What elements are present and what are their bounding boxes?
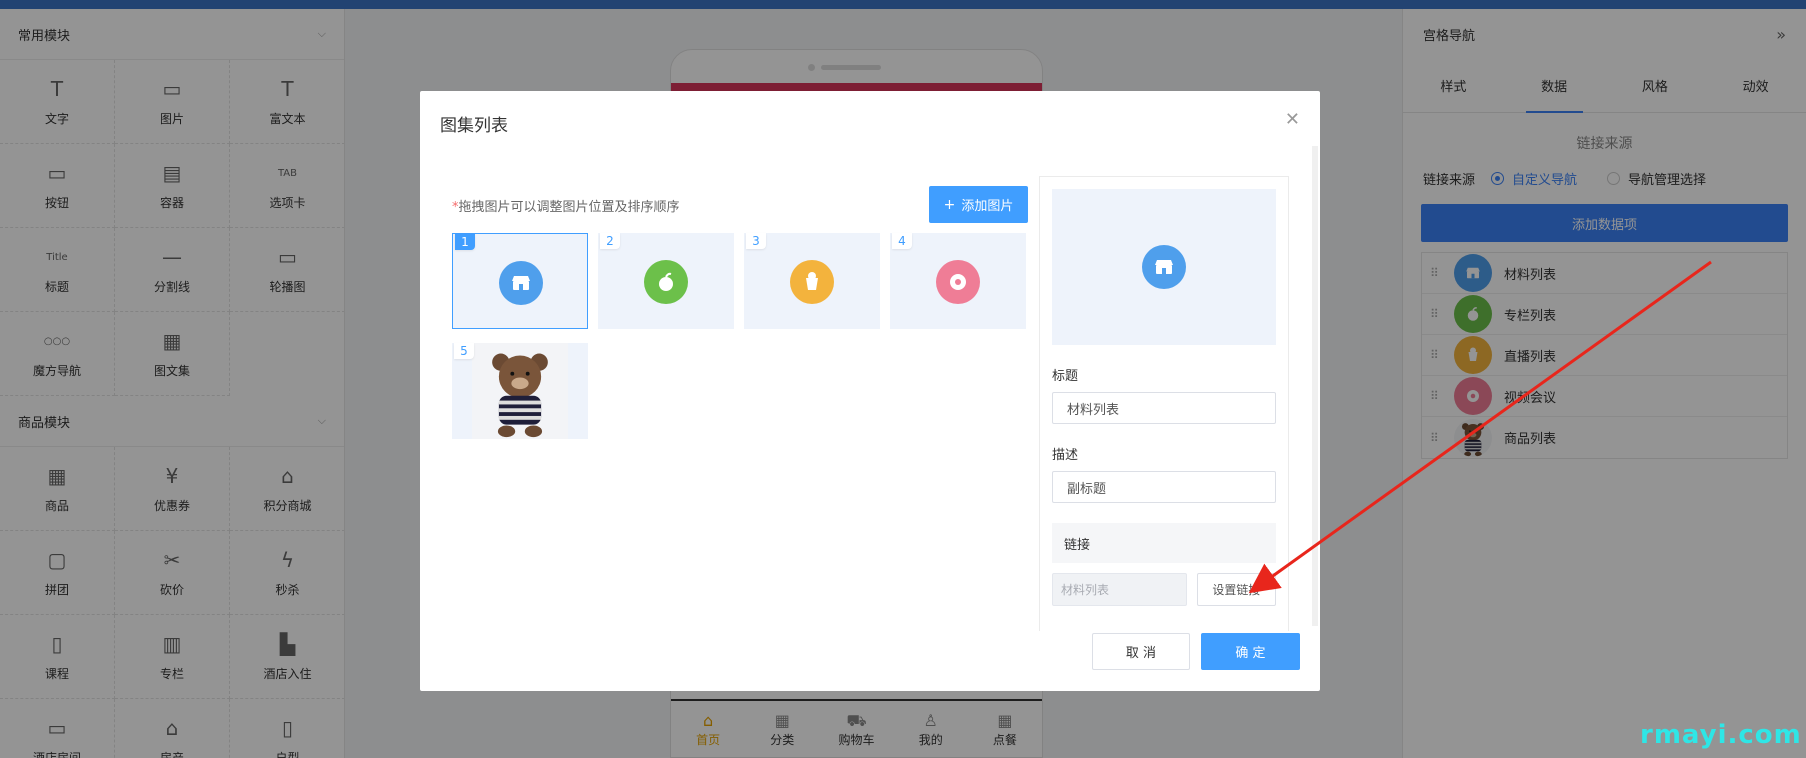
annotation-arrow (1248, 260, 1712, 594)
watermark: rmayi.com (1640, 720, 1802, 750)
